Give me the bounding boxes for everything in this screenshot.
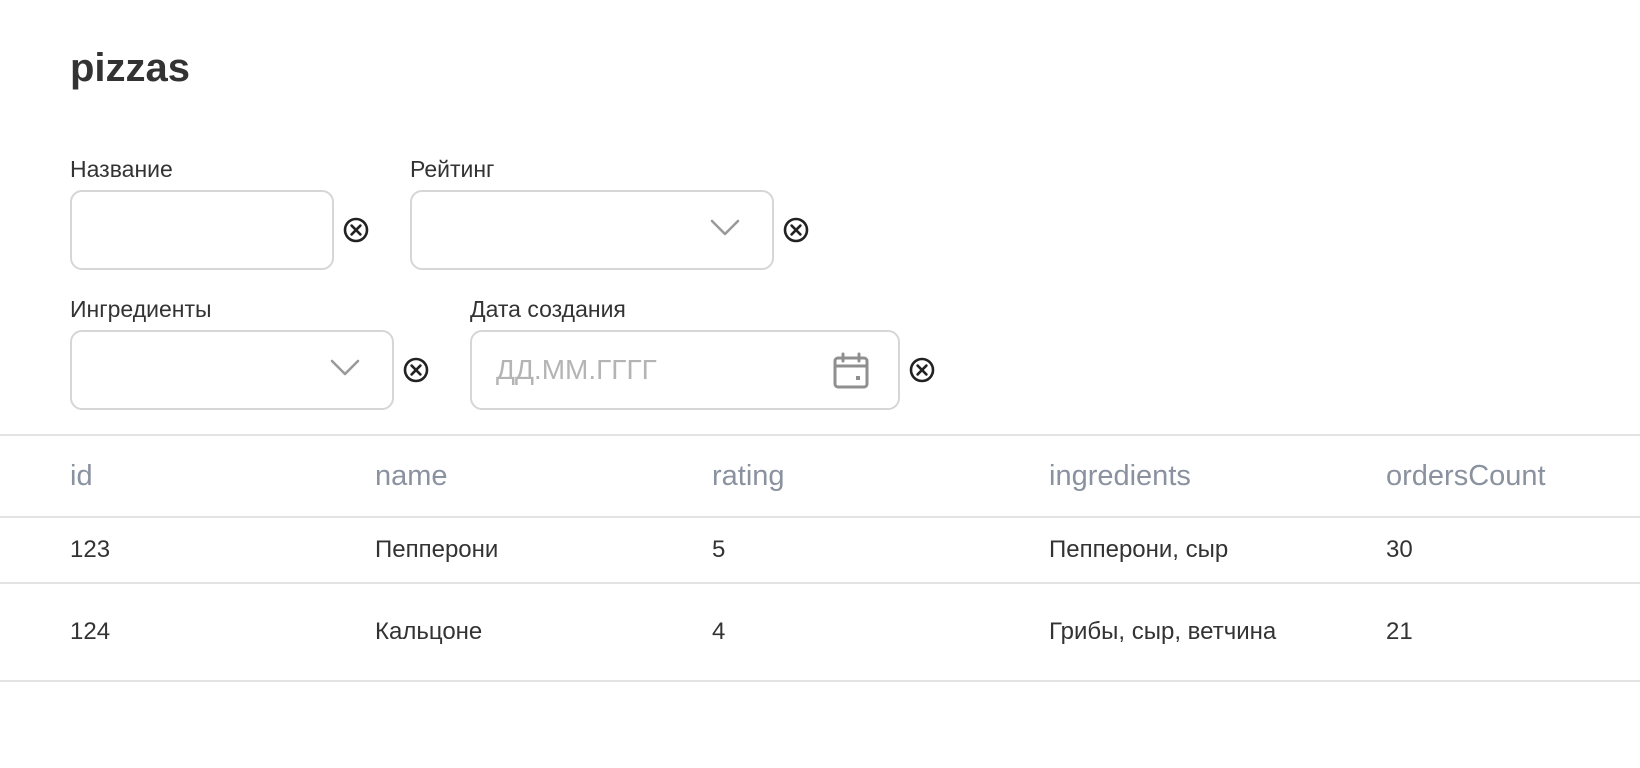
rating-filter: Рейтинг	[410, 154, 810, 270]
cell-id: 123	[70, 536, 111, 563]
ingredients-clear-icon[interactable]	[402, 356, 430, 384]
cell-ingredients: Пепперони, сыр	[1049, 536, 1229, 563]
ingredients-select[interactable]	[70, 330, 394, 410]
pizzas-table: id name rating ingredients ordersCount 1…	[0, 436, 1640, 682]
cell-name: Кальцоне	[375, 618, 483, 645]
rating-select[interactable]	[410, 190, 774, 270]
table-header-row: id name rating ingredients ordersCount	[0, 436, 1640, 518]
created-date-filter: Дата создания	[470, 294, 936, 410]
cell-orders-count: 21	[1386, 618, 1413, 645]
name-input-box[interactable]	[70, 190, 334, 270]
created-date-filter-label: Дата создания	[470, 296, 626, 322]
name-input[interactable]	[72, 192, 332, 268]
created-date-input-box[interactable]	[470, 330, 900, 410]
rating-clear-icon[interactable]	[782, 216, 810, 244]
column-header-orders-count[interactable]: ordersCount	[1386, 436, 1626, 516]
cell-rating: 4	[712, 618, 726, 645]
cell-name: Пепперони	[375, 536, 499, 563]
ingredients-filter: Ингредиенты	[70, 294, 430, 410]
cell-id: 124	[70, 618, 111, 645]
table-row[interactable]: 124 Кальцоне 4 Грибы, сыр, ветчина 21	[0, 584, 1640, 682]
name-filter-label: Название	[70, 156, 173, 182]
created-date-clear-icon[interactable]	[908, 356, 936, 384]
cell-ingredients: Грибы, сыр, ветчина	[1049, 618, 1277, 645]
name-clear-icon[interactable]	[342, 216, 370, 244]
page-title: pizzas	[70, 46, 191, 90]
column-header-rating[interactable]: rating	[712, 436, 1012, 516]
chevron-down-icon	[330, 359, 360, 376]
column-header-id[interactable]: id	[70, 436, 350, 516]
column-header-ingredients[interactable]: ingredients	[1049, 436, 1279, 516]
cell-orders-count: 30	[1386, 536, 1413, 563]
cell-rating: 5	[712, 536, 726, 563]
chevron-down-icon	[710, 219, 740, 236]
calendar-icon[interactable]	[832, 352, 870, 390]
ingredients-filter-label: Ингредиенты	[70, 296, 212, 322]
column-header-name[interactable]: name	[375, 436, 685, 516]
table-row[interactable]: 123 Пепперони 5 Пепперони, сыр 30	[0, 518, 1640, 584]
name-filter: Название	[70, 154, 370, 270]
rating-filter-label: Рейтинг	[410, 156, 495, 182]
